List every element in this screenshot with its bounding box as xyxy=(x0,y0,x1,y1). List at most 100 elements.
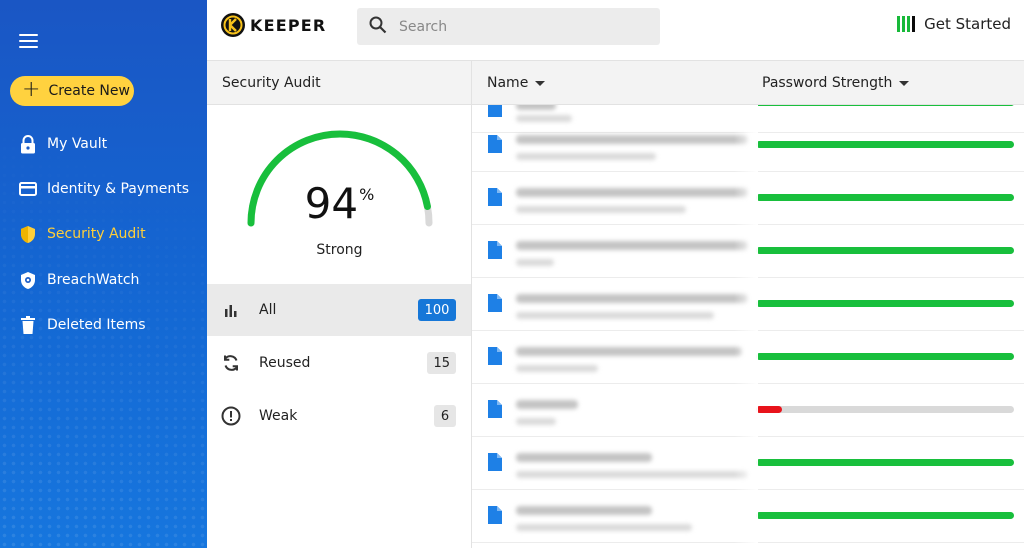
card-icon xyxy=(18,179,38,199)
top-bar: KEEPER Get Started xyxy=(207,0,1024,61)
plus-icon: + xyxy=(22,77,41,102)
record-icon xyxy=(488,188,502,206)
filter-weak[interactable]: Weak 6 xyxy=(207,390,471,442)
column-label: Name xyxy=(487,75,529,91)
progress-bars-icon xyxy=(897,16,917,32)
sidebar-item-security-audit[interactable]: Security Audit xyxy=(18,222,146,246)
password-strength-bar xyxy=(756,406,1014,413)
password-strength-fill xyxy=(756,512,1014,519)
trash-icon xyxy=(18,315,38,335)
sort-caret-icon xyxy=(535,80,546,86)
filter-reused[interactable]: Reused 15 xyxy=(207,337,471,389)
table-header: Name Password Strength xyxy=(472,61,1024,105)
record-subtitle-blurred xyxy=(516,153,656,160)
sort-caret-icon xyxy=(899,80,910,86)
sidebar-item-label: BreachWatch xyxy=(47,272,140,288)
record-icon xyxy=(488,294,502,312)
password-strength-fill xyxy=(756,141,1014,148)
sidebar: + Create New My Vault Identity & Payment… xyxy=(0,0,207,548)
record-title-blurred xyxy=(516,105,556,110)
record-icon xyxy=(488,506,502,524)
record-subtitle-blurred xyxy=(516,418,556,425)
record-title-blurred xyxy=(516,453,652,462)
menu-icon[interactable] xyxy=(19,34,38,48)
password-strength-bar xyxy=(756,300,1014,307)
get-started-button[interactable]: Get Started xyxy=(897,15,1011,33)
record-icon xyxy=(488,135,502,153)
create-new-label: Create New xyxy=(48,83,130,99)
search-box[interactable] xyxy=(357,8,660,45)
logo-text: KEEPER xyxy=(250,15,327,35)
column-label: Password Strength xyxy=(762,75,893,91)
sidebar-item-breachwatch[interactable]: BreachWatch xyxy=(18,268,139,292)
filter-label: All xyxy=(259,302,277,318)
password-strength-bar xyxy=(756,512,1014,519)
breachwatch-icon xyxy=(18,270,38,290)
score-unit: % xyxy=(359,185,375,204)
name-fade xyxy=(734,105,758,548)
filter-label: Reused xyxy=(259,355,311,371)
refresh-icon xyxy=(221,353,241,373)
count-badge: 6 xyxy=(434,405,456,427)
records-table: Name Password Strength xyxy=(472,61,1024,548)
lock-icon xyxy=(18,134,38,154)
count-badge: 15 xyxy=(427,352,456,374)
sidebar-item-label: Deleted Items xyxy=(47,317,146,333)
panel-title: Security Audit xyxy=(207,61,471,105)
record-title-blurred xyxy=(516,135,748,144)
filter-all[interactable]: All 100 xyxy=(207,284,471,336)
score-value: 94 xyxy=(304,179,359,228)
password-strength-fill xyxy=(756,300,1014,307)
password-strength-fill xyxy=(756,406,782,413)
record-subtitle-blurred xyxy=(516,312,714,319)
record-title-blurred xyxy=(516,506,652,515)
count-badge: 100 xyxy=(418,299,456,321)
column-header-name[interactable]: Name xyxy=(487,61,546,105)
alert-circle-icon xyxy=(221,406,241,426)
record-icon xyxy=(488,347,502,365)
password-strength-fill xyxy=(756,459,1014,466)
record-subtitle-blurred xyxy=(516,259,554,266)
shield-icon xyxy=(18,224,38,244)
column-header-password-strength[interactable]: Password Strength xyxy=(762,61,910,105)
record-subtitle-blurred xyxy=(516,206,686,213)
security-score: 94% xyxy=(207,179,472,228)
record-title-blurred xyxy=(516,294,748,303)
record-title-blurred xyxy=(516,241,748,250)
password-strength-bar xyxy=(756,105,1014,106)
strength-label: Strong xyxy=(316,242,363,258)
sidebar-item-my-vault[interactable]: My Vault xyxy=(18,132,107,156)
record-icon xyxy=(488,400,502,418)
record-title-blurred xyxy=(516,400,578,409)
security-audit-panel: Security Audit 94% Strong All 100 Reused… xyxy=(207,61,472,548)
record-title-blurred xyxy=(516,188,748,197)
keeper-logo[interactable]: KEEPER xyxy=(221,13,326,37)
password-strength-bar xyxy=(756,194,1014,201)
password-strength-fill xyxy=(756,353,1014,360)
password-strength-bar xyxy=(756,353,1014,360)
password-strength-bar xyxy=(756,459,1014,466)
sidebar-item-label: Security Audit xyxy=(47,226,146,242)
keeper-logo-icon xyxy=(221,13,245,37)
password-strength-fill xyxy=(756,247,1014,254)
record-subtitle-blurred xyxy=(516,471,748,478)
sidebar-item-identity-payments[interactable]: Identity & Payments xyxy=(18,177,189,201)
record-icon xyxy=(488,453,502,471)
record-icon xyxy=(488,105,502,117)
create-new-button[interactable]: + Create New xyxy=(10,76,134,106)
record-subtitle-blurred xyxy=(516,365,598,372)
password-strength-fill xyxy=(756,105,1014,106)
search-input[interactable] xyxy=(399,18,639,35)
filter-label: Weak xyxy=(259,408,298,424)
record-icon xyxy=(488,241,502,259)
bar-chart-icon xyxy=(221,300,241,320)
record-subtitle-blurred xyxy=(516,524,692,531)
password-strength-bar xyxy=(756,141,1014,148)
password-strength-fill xyxy=(756,194,1014,201)
sidebar-item-label: My Vault xyxy=(47,136,108,152)
search-icon xyxy=(369,16,387,38)
password-strength-bar xyxy=(756,247,1014,254)
sidebar-item-label: Identity & Payments xyxy=(47,181,190,197)
get-started-label: Get Started xyxy=(924,15,1011,33)
sidebar-item-deleted-items[interactable]: Deleted Items xyxy=(18,313,146,337)
